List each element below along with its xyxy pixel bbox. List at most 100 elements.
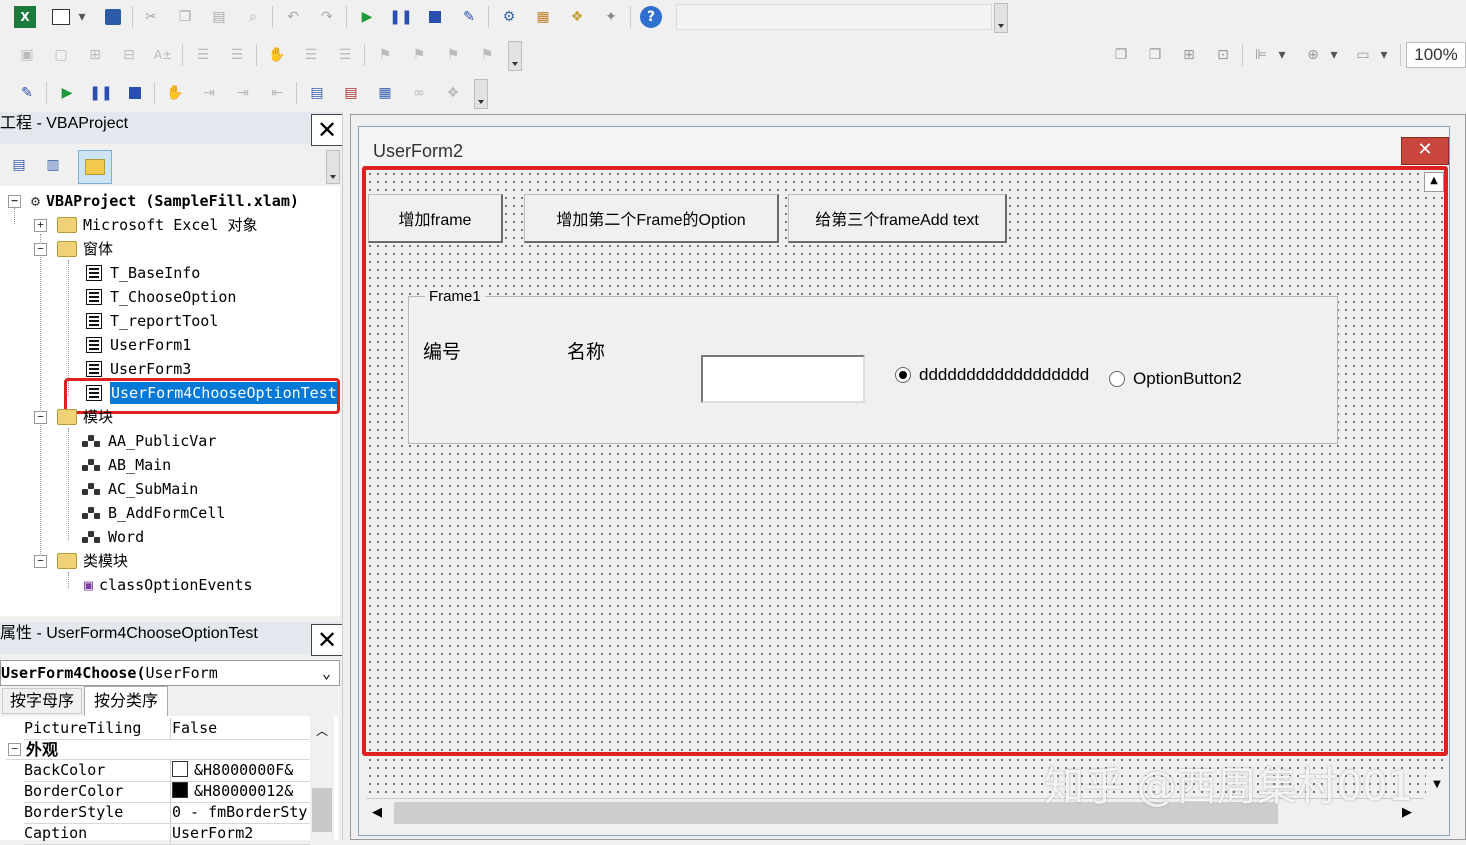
group-icon[interactable]: ⊞ bbox=[84, 44, 106, 66]
zoom-box[interactable]: 100% bbox=[1406, 42, 1466, 68]
pause-icon[interactable]: ❚❚ bbox=[89, 82, 112, 104]
save-icon[interactable] bbox=[102, 6, 124, 28]
collapse-icon[interactable]: − bbox=[8, 194, 21, 208]
tree-module-item[interactable]: Word bbox=[82, 526, 144, 548]
call-stack-icon[interactable]: ❖ bbox=[442, 82, 464, 104]
property-value[interactable]: UserForm2 bbox=[172, 823, 310, 844]
step-into-icon[interactable]: ⇥ bbox=[198, 82, 220, 104]
bookmark-icon[interactable]: ⚑ bbox=[374, 44, 396, 66]
send-back-icon[interactable]: ❐ bbox=[1144, 44, 1166, 66]
bring-to-front-icon[interactable]: ▣ bbox=[16, 44, 38, 66]
collapse-icon[interactable]: − bbox=[34, 410, 47, 424]
design-mode-icon[interactable]: ✎ bbox=[458, 6, 480, 28]
stop-icon[interactable] bbox=[424, 6, 446, 28]
stop-icon[interactable] bbox=[124, 82, 146, 104]
toggle-folders-icon[interactable] bbox=[78, 150, 112, 184]
tree-form-item[interactable]: UserForm1 bbox=[86, 334, 191, 356]
comment-block-icon[interactable]: ☰ bbox=[300, 44, 322, 66]
tree-folder-excel-objects[interactable]: + Microsoft Excel 对象 bbox=[34, 214, 258, 236]
run-icon[interactable]: ▶ bbox=[56, 82, 78, 104]
toolbar-overflow-button[interactable] bbox=[994, 3, 1008, 33]
next-bookmark-icon[interactable]: ⚑ bbox=[408, 44, 430, 66]
toolbar-overflow-button[interactable] bbox=[474, 79, 488, 109]
properties-scrollbar[interactable]: ︿ bbox=[310, 716, 334, 840]
design-mode-icon[interactable]: ✎ bbox=[16, 82, 38, 104]
toolbar-overflow-button[interactable] bbox=[508, 41, 522, 71]
chevron-down-icon[interactable]: ▾ bbox=[1328, 44, 1340, 66]
section-appearance[interactable]: − 外观 bbox=[6, 739, 310, 760]
clear-bookmarks-icon[interactable]: ⚑ bbox=[476, 44, 498, 66]
paste-icon[interactable]: ▤ bbox=[208, 6, 230, 28]
collapse-icon[interactable]: − bbox=[34, 242, 47, 256]
pause-icon[interactable]: ❚❚ bbox=[389, 6, 412, 28]
object-browser-icon[interactable]: ❖ bbox=[566, 6, 588, 28]
tab-alphabetic[interactable]: 按字母序 bbox=[2, 688, 82, 714]
chevron-down-icon[interactable]: ▾ bbox=[1276, 44, 1288, 66]
object-selector[interactable]: UserForm4Choose(UserForm ⌄ bbox=[0, 660, 340, 686]
tab-categorized[interactable]: 按分类序 bbox=[84, 686, 168, 716]
center-icon[interactable]: ⊕ bbox=[1302, 44, 1324, 66]
run-icon[interactable]: ▶ bbox=[356, 6, 378, 28]
collapse-icon[interactable]: − bbox=[34, 554, 47, 568]
chevron-down-icon[interactable]: ▾ bbox=[1378, 44, 1390, 66]
tree-folder-forms[interactable]: − 窗体 bbox=[34, 238, 113, 260]
scroll-left-icon[interactable]: ◀ bbox=[372, 805, 382, 820]
excel-icon[interactable]: X bbox=[14, 6, 36, 28]
breakpoint-icon[interactable]: ✋ bbox=[164, 82, 186, 104]
font-size-icon[interactable]: A± bbox=[152, 44, 174, 66]
designer-vertical-scroll-down[interactable]: ▼ bbox=[1426, 772, 1448, 798]
property-row[interactable]: Caption UserForm2 bbox=[24, 823, 310, 845]
ungroup-objects-icon[interactable]: ⊡ bbox=[1212, 44, 1234, 66]
copy-icon[interactable]: ❐ bbox=[174, 6, 196, 28]
properties-icon[interactable]: ▦ bbox=[532, 6, 554, 28]
ungroup-icon[interactable]: ⊟ bbox=[118, 44, 140, 66]
panel-splitter[interactable] bbox=[342, 112, 350, 840]
view-code-icon[interactable]: ▤ bbox=[8, 154, 30, 176]
bring-front-icon[interactable]: ❐ bbox=[1110, 44, 1132, 66]
quick-watch-icon[interactable]: ∞ bbox=[408, 82, 430, 104]
undo-icon[interactable]: ↶ bbox=[282, 6, 304, 28]
tree-folder-modules[interactable]: − 模块 bbox=[34, 406, 113, 428]
location-box[interactable] bbox=[676, 4, 992, 30]
tree-module-item[interactable]: B_AddFormCell bbox=[82, 502, 225, 524]
group-objects-icon[interactable]: ⊞ bbox=[1178, 44, 1200, 66]
toggle-breakpoint-icon[interactable]: ✋ bbox=[266, 44, 288, 66]
scroll-up-icon[interactable]: ︿ bbox=[316, 722, 328, 739]
tree-module-item[interactable]: AC_SubMain bbox=[82, 478, 198, 500]
close-properties-panel-button[interactable]: ✕ bbox=[311, 624, 343, 656]
property-value[interactable]: &H8000000F& bbox=[172, 760, 310, 781]
tree-form-item[interactable]: UserForm3 bbox=[86, 358, 191, 380]
close-project-panel-button[interactable]: ✕ bbox=[311, 114, 343, 146]
insert-userform-icon[interactable] bbox=[50, 6, 72, 28]
tree-form-item[interactable]: T_reportTool bbox=[86, 310, 218, 332]
property-value[interactable]: &H80000012& bbox=[172, 781, 310, 802]
watch-window-icon[interactable]: ▦ bbox=[374, 82, 396, 104]
toolbox-icon[interactable]: ✦ bbox=[600, 6, 622, 28]
panel-toolbar-overflow-button[interactable] bbox=[326, 150, 340, 184]
tree-class-item[interactable]: ▣ classOptionEvents bbox=[84, 574, 253, 596]
locals-window-icon[interactable]: ▤ bbox=[306, 82, 328, 104]
tree-folder-class-modules[interactable]: − 类模块 bbox=[34, 550, 128, 572]
cut-icon[interactable]: ✂ bbox=[140, 6, 162, 28]
userform-close-button[interactable]: ✕ bbox=[1401, 137, 1449, 165]
tree-form-item[interactable]: T_ChooseOption bbox=[86, 286, 236, 308]
indent-icon[interactable]: ☰ bbox=[192, 44, 214, 66]
immediate-window-icon[interactable]: ▤ bbox=[340, 82, 362, 104]
property-value[interactable]: 0 - fmBorderSty bbox=[172, 802, 310, 823]
tree-module-item[interactable]: AA_PublicVar bbox=[82, 430, 216, 452]
find-icon[interactable]: ⌕ bbox=[242, 6, 264, 28]
tree-root-vbaproject[interactable]: − ⚙ VBAProject (SampleFill.xlam) bbox=[8, 190, 299, 212]
property-row[interactable]: BorderStyle 0 - fmBorderSty bbox=[24, 802, 310, 824]
make-same-size-icon[interactable]: ▭ bbox=[1352, 44, 1374, 66]
tree-module-item[interactable]: AB_Main bbox=[82, 454, 171, 476]
prev-bookmark-icon[interactable]: ⚑ bbox=[442, 44, 464, 66]
scrollbar-thumb[interactable] bbox=[312, 788, 332, 832]
expand-icon[interactable]: + bbox=[34, 218, 47, 232]
dropdown-arrow-icon[interactable]: ▾ bbox=[76, 6, 88, 28]
outdent-icon[interactable]: ☰ bbox=[226, 44, 248, 66]
project-explorer-icon[interactable]: ⚙ bbox=[498, 6, 520, 28]
help-icon[interactable]: ? bbox=[640, 6, 662, 28]
property-row[interactable]: PictureTiling False bbox=[24, 718, 310, 740]
redo-icon[interactable]: ↷ bbox=[316, 6, 338, 28]
align-icon[interactable]: ⊫ bbox=[1250, 44, 1272, 66]
